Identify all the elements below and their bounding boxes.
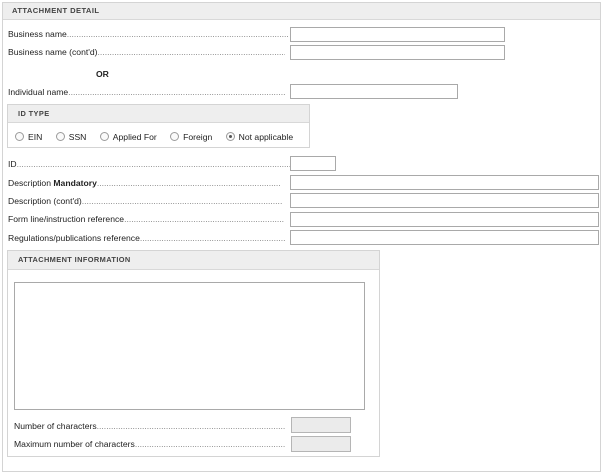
radio-not-applicable[interactable]: Not applicable <box>225 131 294 142</box>
max-chars-row: Maximum number of characters............… <box>14 437 285 451</box>
num-chars-field <box>291 417 351 433</box>
radio-foreign-label: Foreign <box>183 131 213 142</box>
radio-circle-icon <box>170 131 180 141</box>
max-chars-label: Maximum number of characters <box>14 439 135 449</box>
leader-dots: ........................................… <box>124 214 285 224</box>
form-line-input[interactable] <box>290 212 599 227</box>
regulations-row: Regulations/publications reference......… <box>8 231 286 245</box>
business-name-contd-row: Business name (cont'd)..................… <box>8 45 285 59</box>
description-input[interactable] <box>290 175 599 190</box>
regulations-label: Regulations/publications reference <box>8 233 140 243</box>
mandatory-indicator: Mandatory <box>53 178 97 188</box>
attachment-information-title: ATTACHMENT INFORMATION <box>8 251 379 270</box>
business-name-label: Business name <box>8 29 67 39</box>
radio-circle-icon <box>15 131 24 141</box>
panel-title: ATTACHMENT DETAIL <box>3 3 600 20</box>
individual-name-input[interactable] <box>290 84 458 99</box>
num-chars-row: Number of characters....................… <box>14 419 285 433</box>
radio-ein[interactable]: EIN <box>15 132 42 142</box>
description-contd-input[interactable] <box>290 193 599 208</box>
form-line-row: Form line/instruction reference.........… <box>8 212 284 226</box>
description-row: Description Mandatory...................… <box>8 176 281 190</box>
radio-ein-label: EIN <box>28 131 43 142</box>
leader-dots: ........................................… <box>66 29 288 39</box>
id-label: ID <box>8 159 17 169</box>
leader-dots: ........................................… <box>139 233 286 243</box>
leader-dots: ........................................… <box>134 439 285 449</box>
or-separator: OR <box>96 69 109 79</box>
radio-circle-icon <box>99 131 109 141</box>
individual-name-label: Individual name <box>8 87 69 97</box>
business-name-row: Business name...........................… <box>8 27 288 41</box>
id-type-radios: EIN SSN Applied For Foreign Not applicab… <box>15 131 304 142</box>
leader-dots: ........................................… <box>96 178 281 188</box>
radio-circle-icon <box>55 131 65 141</box>
form-line-label: Form line/instruction reference <box>8 214 125 224</box>
business-name-input[interactable] <box>290 27 505 42</box>
max-chars-field <box>291 436 351 452</box>
radio-not-applicable-label: Not applicable <box>238 131 294 142</box>
radio-selected-icon <box>225 131 235 141</box>
description-label: Description <box>8 178 51 188</box>
radio-ssn[interactable]: SSN <box>55 131 87 142</box>
leader-dots: ........................................… <box>81 196 282 206</box>
regulations-input[interactable] <box>290 230 599 245</box>
business-name-contd-input[interactable] <box>290 45 505 60</box>
attachment-information-textarea[interactable] <box>14 282 365 410</box>
id-row: ID......................................… <box>8 157 291 171</box>
leader-dots: ........................................… <box>16 159 291 169</box>
id-type-title: ID TYPE <box>8 105 309 123</box>
radio-foreign[interactable]: Foreign <box>170 132 212 142</box>
num-chars-label: Number of characters <box>14 421 97 431</box>
attachment-information-group: ATTACHMENT INFORMATION Number of charact… <box>7 250 380 457</box>
radio-applied-for[interactable]: Applied For <box>99 131 157 142</box>
radio-applied-for-label: Applied For <box>112 131 157 142</box>
description-contd-label: Description (cont'd) <box>8 196 82 206</box>
leader-dots: ........................................… <box>96 421 285 431</box>
leader-dots: ........................................… <box>68 87 286 97</box>
business-name-contd-label: Business name (cont'd) <box>8 47 98 57</box>
id-type-group: ID TYPE EIN SSN Applied For Foreign Not … <box>7 104 310 148</box>
radio-ssn-label: SSN <box>68 131 87 142</box>
individual-name-row: Individual name.........................… <box>8 85 286 99</box>
description-contd-row: Description (cont'd)....................… <box>8 194 282 208</box>
id-input[interactable] <box>290 156 336 171</box>
leader-dots: ........................................… <box>97 47 285 57</box>
